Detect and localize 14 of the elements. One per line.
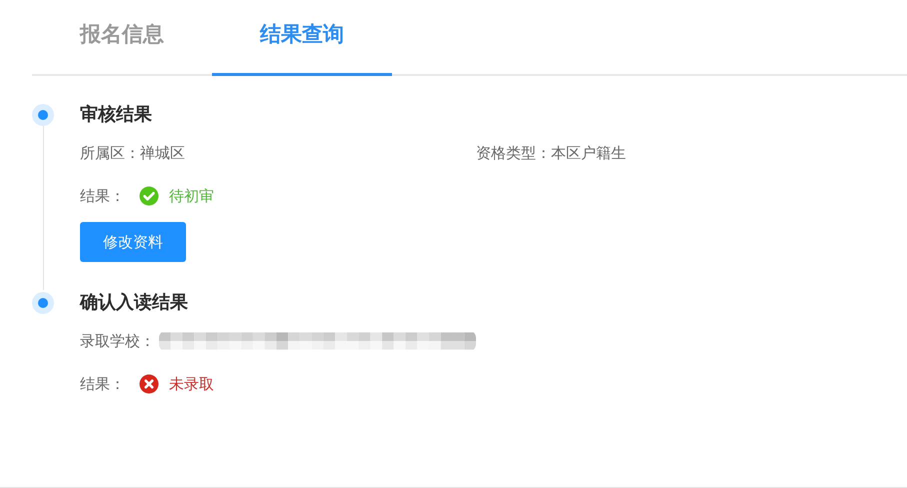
field-label: 资格类型： [476,144,551,162]
edit-info-button[interactable]: 修改资料 [80,222,186,262]
result-label: 结果： [80,186,125,206]
tab[interactable]: 结果查询 [212,0,392,76]
tab[interactable]: 报名信息 [32,0,212,76]
field-label: 录取学校： [80,332,155,350]
field-value: 本区户籍生 [551,144,626,162]
result-status: 待初审 [169,186,214,206]
section-title: 确认入读结果 [80,291,189,315]
field-label: 所属区： [80,144,140,162]
result-status: 未录取 [169,374,214,394]
result-label: 结果： [80,374,125,394]
field-value: 禅城区 [140,144,185,162]
section-title: 审核结果 [80,103,153,127]
